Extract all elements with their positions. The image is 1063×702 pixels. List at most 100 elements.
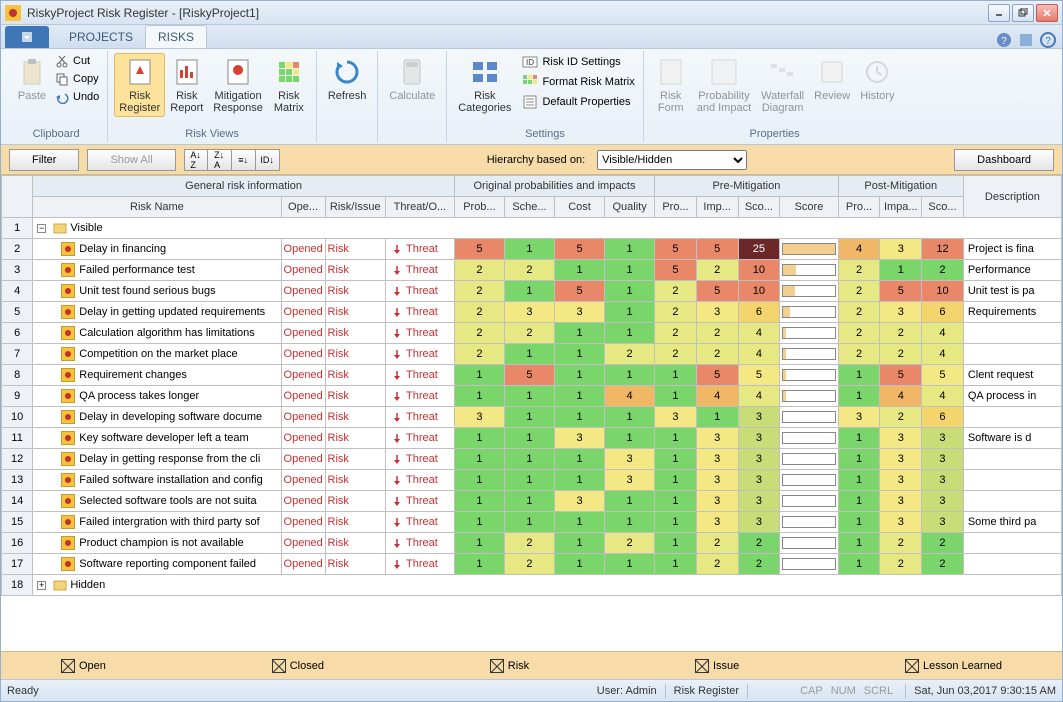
cell-risk-issue[interactable]: Risk bbox=[325, 260, 386, 281]
cell-pre[interactable]: 3 bbox=[696, 512, 738, 533]
cell-post[interactable]: 2 bbox=[880, 323, 922, 344]
cell-threat[interactable]: Threat bbox=[386, 533, 455, 554]
cell-orig[interactable]: 1 bbox=[454, 533, 504, 554]
cell-threat[interactable]: Threat bbox=[386, 491, 455, 512]
cell-post[interactable]: 6 bbox=[922, 302, 964, 323]
cell-post[interactable]: 1 bbox=[838, 491, 880, 512]
cell-orig[interactable]: 2 bbox=[454, 323, 504, 344]
cell-pre[interactable]: 2 bbox=[696, 554, 738, 575]
col-description[interactable]: Description bbox=[963, 176, 1061, 218]
cell-orig[interactable]: 1 bbox=[504, 470, 554, 491]
cell-orig[interactable]: 1 bbox=[504, 281, 554, 302]
cell-orig[interactable]: 1 bbox=[554, 344, 604, 365]
cell-orig[interactable]: 1 bbox=[605, 281, 655, 302]
legend-risk-checkbox[interactable] bbox=[490, 659, 504, 673]
cell-open[interactable]: Opened bbox=[281, 554, 325, 575]
cell-post[interactable]: 6 bbox=[922, 407, 964, 428]
cell-open[interactable]: Opened bbox=[281, 428, 325, 449]
cell-orig[interactable]: 4 bbox=[605, 386, 655, 407]
cell-post[interactable]: 2 bbox=[838, 344, 880, 365]
cell-orig[interactable]: 2 bbox=[605, 533, 655, 554]
horizontal-scrollbar[interactable] bbox=[1, 633, 1062, 651]
cell-post[interactable]: 1 bbox=[838, 386, 880, 407]
cell-pre[interactable]: 4 bbox=[696, 386, 738, 407]
cell-pre[interactable]: 3 bbox=[738, 470, 780, 491]
cell-open[interactable]: Opened bbox=[281, 407, 325, 428]
col-risk-issue[interactable]: Risk/Issue bbox=[325, 197, 386, 218]
cell-scorebar[interactable] bbox=[780, 491, 838, 512]
cell-orig[interactable]: 1 bbox=[605, 260, 655, 281]
cell-risk-name[interactable]: Failed software installation and config bbox=[33, 470, 281, 491]
cell-risk-issue[interactable]: Risk bbox=[325, 428, 386, 449]
cell-pre[interactable]: 4 bbox=[738, 344, 780, 365]
cut-button[interactable]: Cut bbox=[53, 53, 101, 69]
cell-threat[interactable]: Threat bbox=[386, 365, 455, 386]
cell-post[interactable]: 1 bbox=[838, 365, 880, 386]
cell-risk-name[interactable]: Calculation algorithm has limitations bbox=[33, 323, 281, 344]
cell-orig[interactable]: 1 bbox=[554, 323, 604, 344]
row-number[interactable]: 16 bbox=[2, 533, 33, 554]
cell-orig[interactable]: 1 bbox=[554, 449, 604, 470]
cell-pre[interactable]: 5 bbox=[696, 239, 738, 260]
cell-post[interactable]: 4 bbox=[922, 323, 964, 344]
row-number[interactable]: 7 bbox=[2, 344, 33, 365]
cell-orig[interactable]: 1 bbox=[554, 554, 604, 575]
risk-matrix-button[interactable]: Risk Matrix bbox=[268, 53, 310, 117]
cell-scorebar[interactable] bbox=[780, 323, 838, 344]
col-post-impa[interactable]: Impa... bbox=[880, 197, 922, 218]
cell-risk-name[interactable]: Failed intergration with third party sof bbox=[33, 512, 281, 533]
cell-orig[interactable]: 1 bbox=[454, 470, 504, 491]
cell-risk-name[interactable]: Failed performance test bbox=[33, 260, 281, 281]
cell-description[interactable] bbox=[963, 533, 1061, 554]
cell-threat[interactable]: Threat bbox=[386, 470, 455, 491]
table-row[interactable]: 10Delay in developing software documeOpe… bbox=[2, 407, 1062, 428]
row-number[interactable]: 10 bbox=[2, 407, 33, 428]
cell-risk-name[interactable]: Product champion is not available bbox=[33, 533, 281, 554]
cell-pre[interactable]: 2 bbox=[696, 323, 738, 344]
cell-orig[interactable]: 1 bbox=[504, 407, 554, 428]
cell-post[interactable]: 3 bbox=[880, 302, 922, 323]
cell-scorebar[interactable] bbox=[780, 533, 838, 554]
table-row[interactable]: 15Failed intergration with third party s… bbox=[2, 512, 1062, 533]
cell-orig[interactable]: 2 bbox=[504, 323, 554, 344]
cell-open[interactable]: Opened bbox=[281, 491, 325, 512]
risk-id-settings-button[interactable]: IDRisk ID Settings bbox=[520, 53, 636, 71]
cell-risk-issue[interactable]: Risk bbox=[325, 491, 386, 512]
col-group-pre[interactable]: Pre-Mitigation bbox=[655, 176, 839, 197]
cell-description[interactable]: Unit test is pa bbox=[963, 281, 1061, 302]
cell-orig[interactable]: 1 bbox=[605, 365, 655, 386]
risk-report-button[interactable]: Risk Report bbox=[165, 53, 208, 117]
cell-pre[interactable]: 1 bbox=[655, 554, 697, 575]
cell-orig[interactable]: 2 bbox=[454, 281, 504, 302]
cell-description[interactable]: Software is d bbox=[963, 428, 1061, 449]
cell-description[interactable] bbox=[963, 344, 1061, 365]
cell-open[interactable]: Opened bbox=[281, 239, 325, 260]
cell-post[interactable]: 2 bbox=[838, 302, 880, 323]
col-risk-name[interactable]: Risk Name bbox=[33, 197, 281, 218]
cell-post[interactable]: 2 bbox=[880, 533, 922, 554]
cell-scorebar[interactable] bbox=[780, 470, 838, 491]
cell-scorebar[interactable] bbox=[780, 302, 838, 323]
col-pre-imp[interactable]: Imp... bbox=[696, 197, 738, 218]
cell-orig[interactable]: 1 bbox=[605, 554, 655, 575]
cell-orig[interactable]: 2 bbox=[454, 344, 504, 365]
cell-post[interactable]: 2 bbox=[922, 260, 964, 281]
cell-orig[interactable]: 5 bbox=[554, 281, 604, 302]
cell-orig[interactable]: 1 bbox=[504, 428, 554, 449]
cell-open[interactable]: Opened bbox=[281, 470, 325, 491]
legend-open-checkbox[interactable] bbox=[61, 659, 75, 673]
cell-post[interactable]: 3 bbox=[922, 470, 964, 491]
cell-post[interactable]: 2 bbox=[838, 323, 880, 344]
col-cost[interactable]: Cost bbox=[554, 197, 604, 218]
cell-orig[interactable]: 1 bbox=[504, 491, 554, 512]
cell-post[interactable]: 4 bbox=[880, 386, 922, 407]
sort-numeric-button[interactable]: ≡↓ bbox=[232, 149, 256, 171]
cell-description[interactable]: QA process in bbox=[963, 386, 1061, 407]
col-post-sco[interactable]: Sco... bbox=[922, 197, 964, 218]
legend-closed-checkbox[interactable] bbox=[272, 659, 286, 673]
cell-pre[interactable]: 10 bbox=[738, 281, 780, 302]
undo-button[interactable]: Undo bbox=[53, 89, 101, 105]
table-row[interactable]: 3Failed performance testOpenedRiskThreat… bbox=[2, 260, 1062, 281]
cell-orig[interactable]: 1 bbox=[454, 428, 504, 449]
legend-issue-checkbox[interactable] bbox=[695, 659, 709, 673]
